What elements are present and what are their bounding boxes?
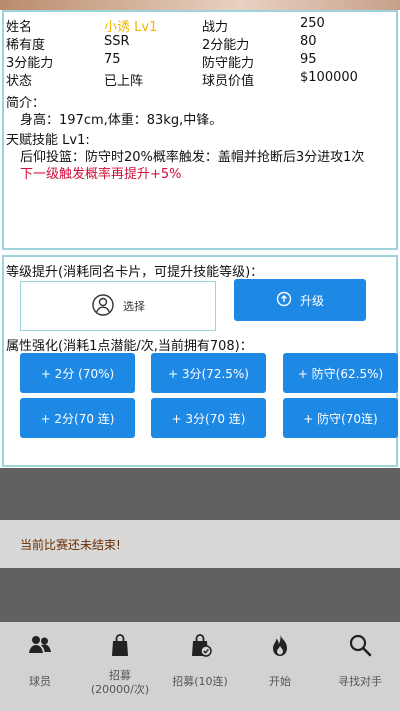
three-point-multi-train-label: + 3分(70 连) <box>171 411 246 426</box>
two-point-value: 80 <box>300 34 317 49</box>
defense-multi-train-label: + 防守(70连) <box>303 411 378 426</box>
rarity-label: 稀有度 <box>6 38 46 53</box>
three-point-value: 75 <box>104 52 121 67</box>
players-icon <box>27 632 53 661</box>
nav-find-opponent-label: 寻找对手 <box>338 675 382 688</box>
nav-recruit-single-label: 招募(20000/次) <box>90 669 150 696</box>
intro-text: 身高：197cm,体重：83kg,中锋。 <box>20 113 223 128</box>
worth-label: 球员价值 <box>202 74 255 89</box>
power-value: 250 <box>300 16 325 31</box>
shopping-bag-icon <box>107 632 133 661</box>
rarity-value: SSR <box>104 34 130 49</box>
nav-recruit-single[interactable]: 招募(20000/次) <box>80 622 160 711</box>
nav-players[interactable]: 球员 <box>0 622 80 711</box>
nav-find-opponent[interactable]: 寻找对手 <box>320 622 400 711</box>
defense-value: 95 <box>300 52 317 67</box>
nav-start[interactable]: 开始 <box>240 622 320 711</box>
nav-start-label: 开始 <box>269 675 291 688</box>
match-not-finished-message: 当前比赛还未结束! <box>0 520 400 568</box>
arrow-up-circle-icon <box>276 291 292 310</box>
two-point-train-label: + 2分 (70%) <box>40 366 115 381</box>
bottom-navigation: 球员 招募(20000/次) 招募(10连) 开始 寻找对手 <box>0 622 400 711</box>
select-label: 选择 <box>123 300 145 313</box>
player-info-panel: 姓名 小诱 Lv1 战力 250 稀有度 SSR 2分能力 80 3分能力 75… <box>2 10 398 250</box>
defense-train-button[interactable]: + 防守(62.5%) <box>283 353 398 393</box>
select-card-button[interactable]: 选择 <box>20 281 216 331</box>
upgrade-label: 升级 <box>299 293 324 308</box>
defense-label: 防守能力 <box>202 56 255 71</box>
next-level-text: 下一级触发概率再提升+5% <box>20 167 182 182</box>
two-point-label: 2分能力 <box>202 38 250 53</box>
status-value: 已上阵 <box>104 74 144 89</box>
defense-multi-train-button[interactable]: + 防守(70连) <box>283 398 398 438</box>
three-point-multi-train-button[interactable]: + 3分(70 连) <box>151 398 266 438</box>
fire-icon <box>267 632 293 661</box>
nav-recruit-ten-label: 招募(10连) <box>172 675 228 688</box>
nav-recruit-ten[interactable]: 招募(10连) <box>160 622 240 711</box>
bag-check-icon <box>187 632 213 661</box>
three-point-train-label: + 3分(72.5%) <box>168 366 249 381</box>
message-text: 当前比赛还未结束! <box>20 537 121 552</box>
name-value: 小诱 Lv1 <box>104 20 158 35</box>
defense-train-label: + 防守(62.5%) <box>297 366 384 381</box>
power-label: 战力 <box>202 20 229 35</box>
top-banner-strip <box>0 0 400 10</box>
user-circle-icon <box>91 293 115 320</box>
upgrade-panel: 等级提升(消耗同名卡片，可提升技能等级)： 选择 升级 属性强化(消耗1点潜能/… <box>2 255 398 467</box>
nav-players-label: 球员 <box>29 675 51 688</box>
attributes-title: 属性强化(消耗1点潜能/次,当前拥有708)： <box>6 339 253 354</box>
name-label: 姓名 <box>6 20 33 35</box>
worth-value: $100000 <box>300 70 358 85</box>
three-point-train-button[interactable]: + 3分(72.5%) <box>151 353 266 393</box>
upgrade-button[interactable]: 升级 <box>234 279 366 321</box>
two-point-multi-train-button[interactable]: + 2分(70 连) <box>20 398 135 438</box>
status-label: 状态 <box>6 74 33 89</box>
search-icon <box>347 632 373 661</box>
two-point-train-button[interactable]: + 2分 (70%) <box>20 353 135 393</box>
two-point-multi-train-label: + 2分(70 连) <box>40 411 115 426</box>
three-point-label: 3分能力 <box>6 56 54 71</box>
upgrade-title: 等级提升(消耗同名卡片，可提升技能等级)： <box>6 265 264 280</box>
